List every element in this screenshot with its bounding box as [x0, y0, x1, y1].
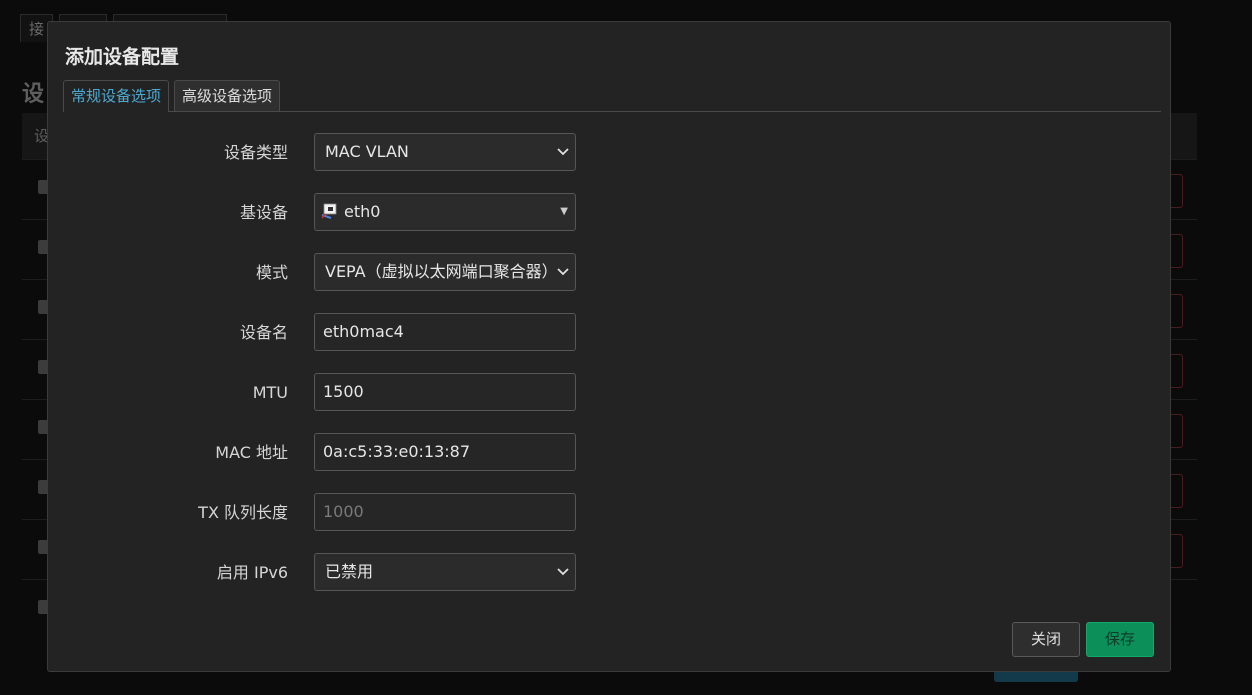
caret-down-icon: ▼	[560, 206, 568, 217]
background-page-heading: 设	[22, 82, 45, 107]
tab-general-device-options[interactable]: 常规设备选项	[63, 80, 170, 112]
device-type-label: 设备类型	[223, 143, 288, 162]
mtu-label: MTU	[252, 383, 288, 402]
enable-ipv6-label: 启用 IPv6	[216, 563, 288, 582]
mode-select[interactable]: VEPA（虚拟以太网端口聚合器）	[314, 253, 576, 291]
chevron-down-icon	[557, 568, 569, 576]
form-row-tx-queue-length: TX 队列长度 1000	[48, 493, 1170, 553]
form-row-enable-ipv6: 启用 IPv6 已禁用	[48, 553, 1170, 613]
base-device-dropdown[interactable]: eth0 ▼	[314, 193, 576, 231]
ethernet-port-icon	[321, 203, 337, 219]
device-name-input[interactable]: eth0mac4	[314, 313, 576, 351]
enable-ipv6-value: 已禁用	[325, 562, 374, 581]
dialog-title: 添加设备配置	[65, 46, 180, 68]
device-type-value: MAC VLAN	[325, 142, 409, 161]
mac-address-input[interactable]: 0a:c5:33:e0:13:87	[314, 433, 576, 471]
form-row-mode: 模式 VEPA（虚拟以太网端口聚合器）	[48, 253, 1170, 313]
chevron-down-icon	[557, 265, 569, 277]
mode-value: VEPA（虚拟以太网端口聚合器）	[325, 262, 558, 281]
add-device-dialog: 添加设备配置 常规设备选项 高级设备选项 设备类型 MAC VLAN 基设备 e…	[47, 21, 1171, 672]
form-row-device-type: 设备类型 MAC VLAN	[48, 133, 1170, 193]
dialog-tab-bar: 常规设备选项 高级设备选项	[63, 80, 1161, 112]
base-device-label: 基设备	[239, 203, 288, 222]
tx-queue-length-label: TX 队列长度	[198, 503, 288, 522]
device-type-select[interactable]: MAC VLAN	[314, 133, 576, 171]
mac-address-label: MAC 地址	[215, 443, 288, 462]
form-row-base-device: 基设备 eth0 ▼	[48, 193, 1170, 253]
tab-advanced-device-options[interactable]: 高级设备选项	[174, 80, 281, 111]
form-row-mtu: MTU 1500	[48, 373, 1170, 433]
mtu-input[interactable]: 1500	[314, 373, 576, 411]
form-row-mac-address: MAC 地址 0a:c5:33:e0:13:87	[48, 433, 1170, 493]
chevron-down-icon	[557, 148, 569, 156]
save-button[interactable]: 保存	[1086, 622, 1154, 657]
enable-ipv6-select[interactable]: 已禁用	[314, 553, 576, 591]
device-config-form: 设备类型 MAC VLAN 基设备 eth0 ▼ 模式 VEPA（虚拟以太网端口…	[48, 133, 1170, 613]
mode-label: 模式	[255, 263, 288, 282]
tx-queue-length-input[interactable]: 1000	[314, 493, 576, 531]
form-row-device-name: 设备名 eth0mac4	[48, 313, 1170, 373]
device-name-label: 设备名	[239, 323, 288, 342]
close-button[interactable]: 关闭	[1012, 622, 1080, 657]
base-device-value: eth0	[344, 202, 381, 221]
